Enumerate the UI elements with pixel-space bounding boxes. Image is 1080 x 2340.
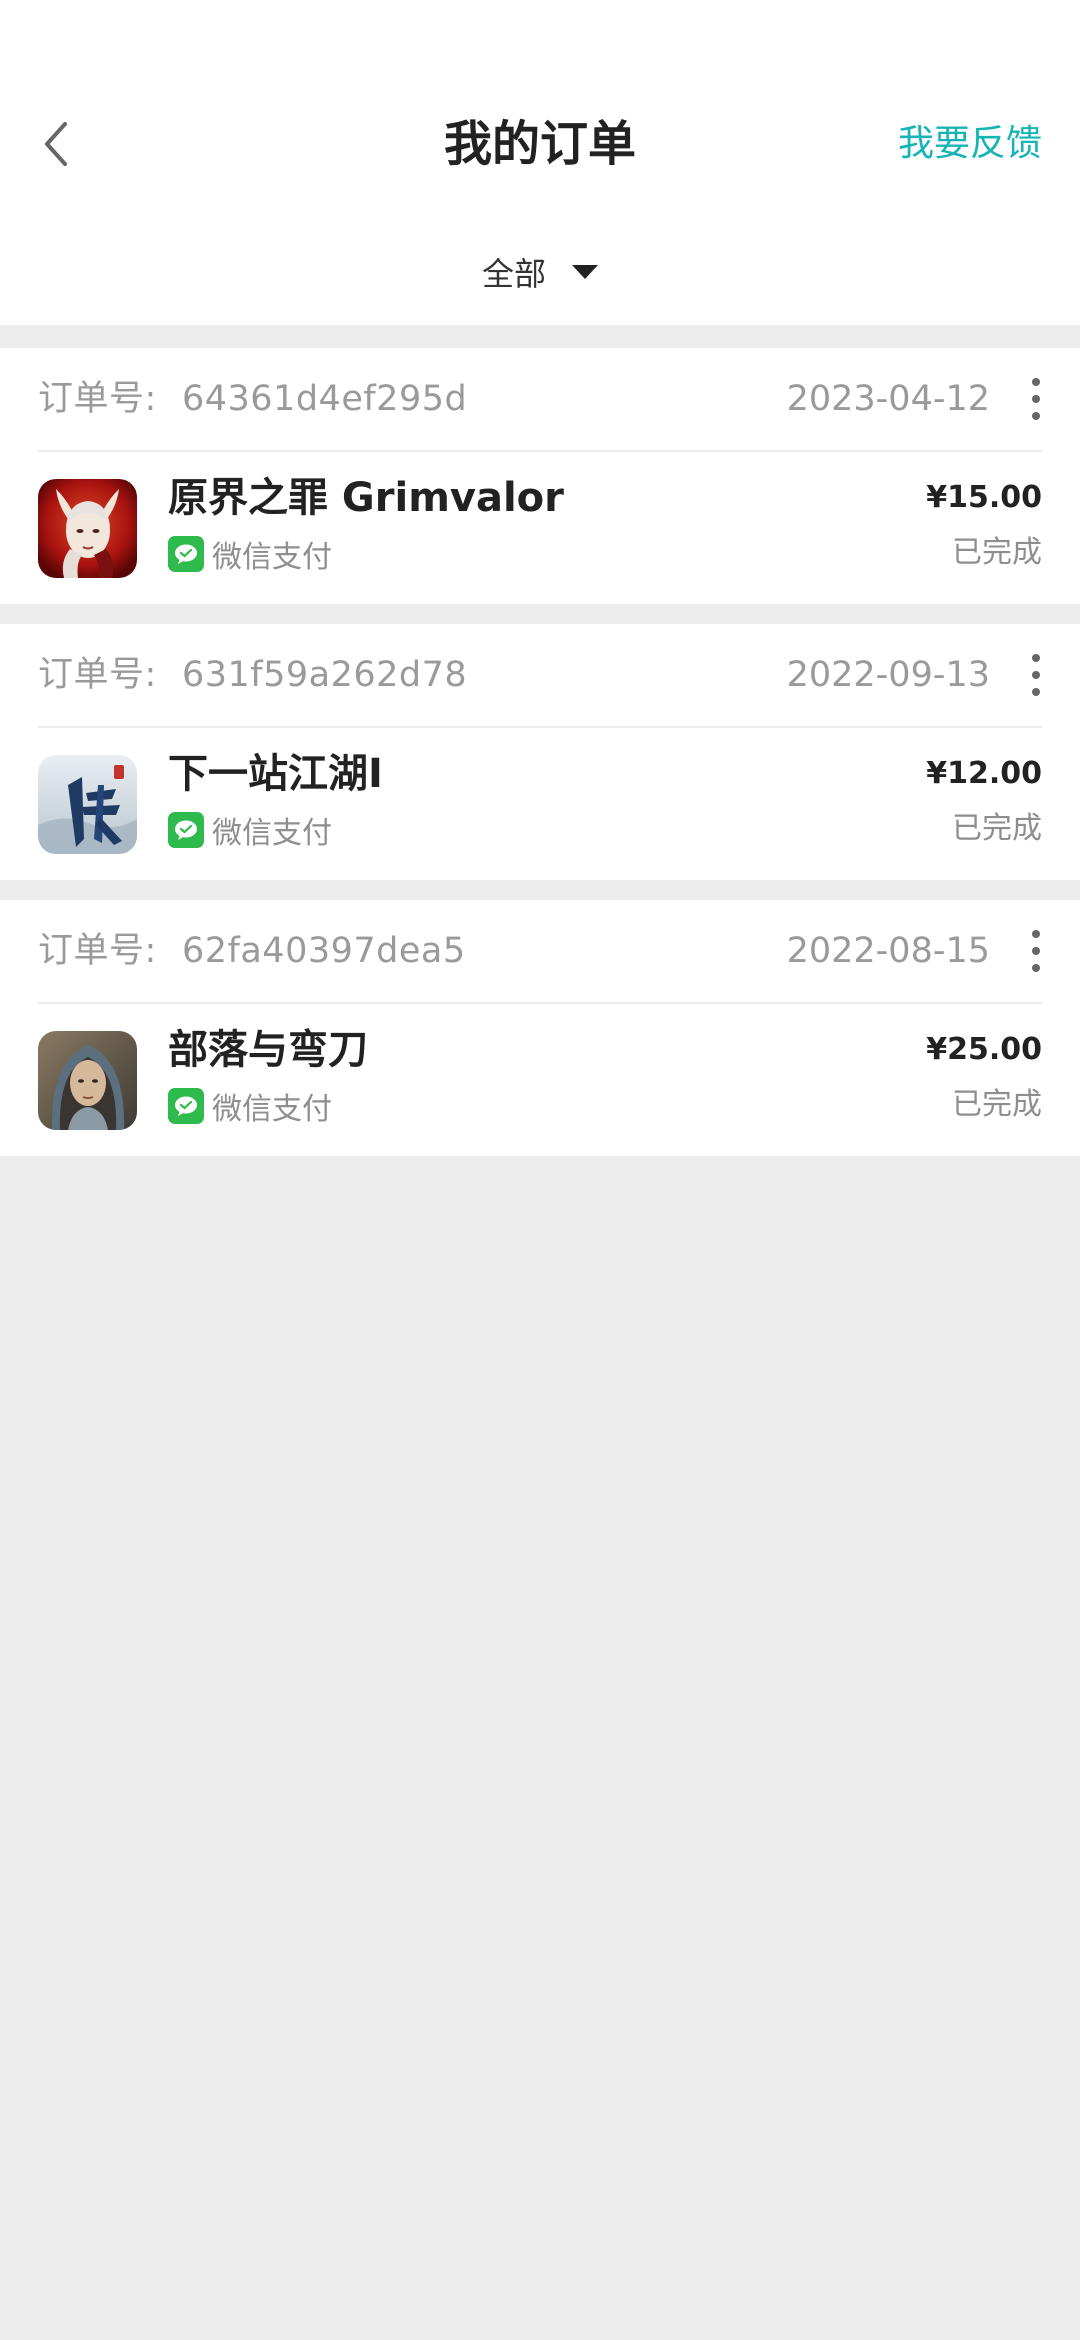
more-options-button[interactable] (1024, 654, 1048, 696)
filter-label: 全部 (481, 255, 546, 293)
more-vertical-icon (1032, 378, 1040, 386)
more-vertical-icon (1032, 930, 1040, 938)
order-status: 已完成 (952, 1087, 1042, 1122)
order-number: 62fa40397dea5 (182, 931, 466, 971)
order-number: 631f59a262d78 (182, 655, 468, 695)
payment-method: 微信支付 (168, 808, 332, 852)
order-number-label: 订单号: (38, 931, 157, 971)
wechat-pay-icon (168, 536, 204, 572)
payment-method: 微信支付 (168, 1084, 332, 1128)
order-number: 64361d4ef295d (182, 379, 468, 419)
order-status: 已完成 (952, 535, 1042, 570)
game-icon (38, 1031, 137, 1130)
order-price: ¥25.00 (926, 1032, 1042, 1067)
order-header: 订单号: 64361d4ef295d 2023-04-12 (38, 348, 1042, 452)
order-date: 2023-04-12 (786, 379, 990, 419)
wechat-pay-icon (168, 812, 204, 848)
game-name: 部落与弯刀 (168, 1027, 368, 1073)
order-price: ¥12.00 (926, 756, 1042, 791)
order-header: 订单号: 631f59a262d78 2022-09-13 (38, 624, 1042, 728)
game-icon (38, 755, 137, 854)
payment-label: 微信支付 (212, 540, 332, 575)
order-number-label: 订单号: (38, 379, 157, 419)
order-header: 订单号: 62fa40397dea5 2022-08-15 (38, 900, 1042, 1004)
wechat-pay-icon (168, 1088, 204, 1124)
more-options-button[interactable] (1024, 930, 1048, 972)
game-name: 原界之罪 Grimvalor (168, 475, 564, 521)
feedback-link[interactable]: 我要反馈 (898, 108, 1042, 180)
payment-method: 微信支付 (168, 532, 332, 576)
order-card[interactable]: 订单号: 64361d4ef295d 2023-04-12 原界之罪 Grimv… (0, 348, 1080, 604)
filter-dropdown[interactable]: 全部 (0, 240, 1080, 304)
top-bar: 我的订单 我要反馈 全部 (0, 0, 1080, 325)
game-name: 下一站江湖I (168, 751, 383, 797)
game-icon (38, 479, 137, 578)
more-vertical-icon (1032, 654, 1040, 662)
order-date: 2022-08-15 (786, 931, 990, 971)
order-status: 已完成 (952, 811, 1042, 846)
order-date: 2022-09-13 (786, 655, 990, 695)
order-price: ¥15.00 (926, 480, 1042, 515)
caret-down-icon (572, 265, 598, 279)
payment-label: 微信支付 (212, 1092, 332, 1127)
more-options-button[interactable] (1024, 378, 1048, 420)
payment-label: 微信支付 (212, 816, 332, 851)
order-number-label: 订单号: (38, 655, 157, 695)
order-card[interactable]: 订单号: 631f59a262d78 2022-09-13 下一站江湖I 微信支… (0, 624, 1080, 880)
order-card[interactable]: 订单号: 62fa40397dea5 2022-08-15 部落与弯刀 微信支付… (0, 900, 1080, 1156)
